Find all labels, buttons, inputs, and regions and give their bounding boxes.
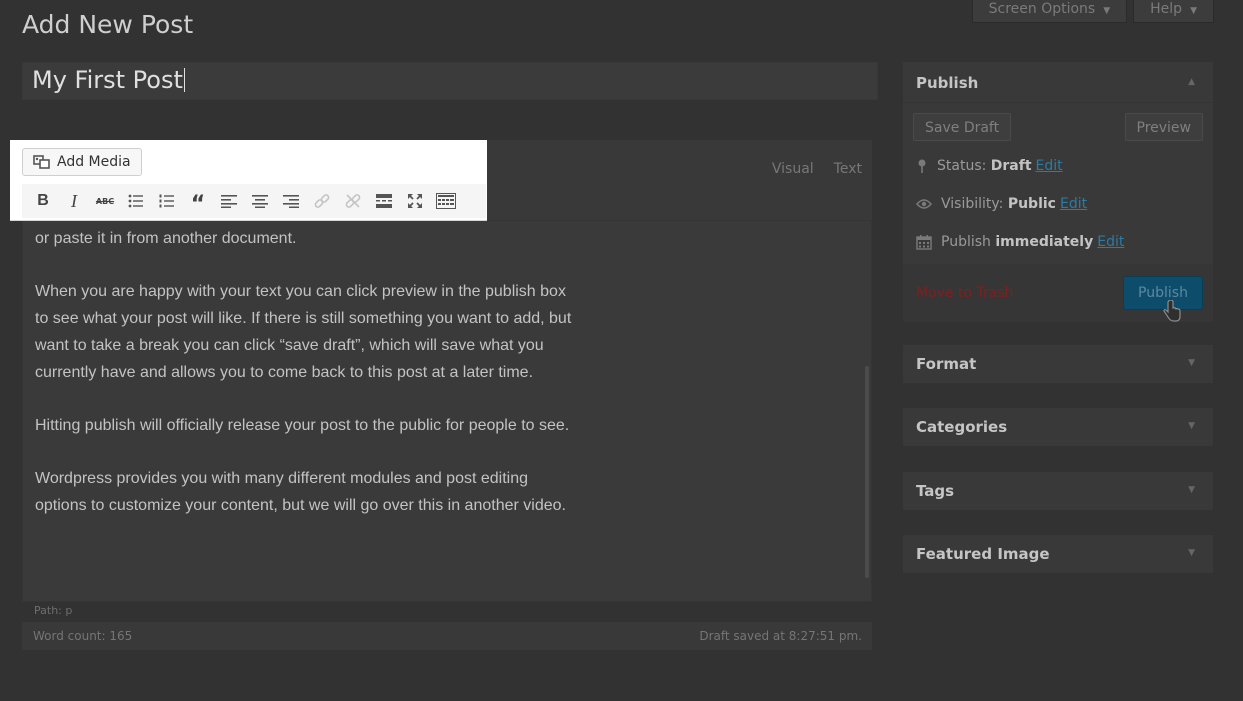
edit-status-link[interactable]: Edit bbox=[1036, 158, 1063, 174]
status-value: Draft bbox=[990, 158, 1032, 174]
editor-status-bar: Word count: 165 Draft saved at 8:27:51 p… bbox=[22, 622, 872, 650]
chevron-down-icon[interactable]: ▼ bbox=[1188, 358, 1195, 368]
status-row: Status: Draft Edit bbox=[916, 158, 1063, 174]
italic-icon[interactable]: I bbox=[59, 189, 89, 213]
numbered-list-icon[interactable] bbox=[152, 189, 182, 213]
screen-options-button[interactable]: Screen Options ▼ bbox=[972, 0, 1127, 22]
media-icon bbox=[33, 155, 50, 169]
featured-image-box[interactable]: Featured Image ▼ bbox=[903, 535, 1213, 573]
text-caret bbox=[183, 68, 185, 92]
categories-box[interactable]: Categories ▼ bbox=[903, 408, 1213, 446]
content-paragraph: When you are happy with your text you ca… bbox=[35, 283, 572, 381]
chevron-down-icon[interactable]: ▼ bbox=[1188, 421, 1195, 431]
tags-box-title: Tags bbox=[916, 482, 955, 500]
bullet-list-icon[interactable] bbox=[121, 189, 151, 213]
content-paragraph: Wordpress provides you with many differe… bbox=[35, 470, 566, 514]
format-box[interactable]: Format ▼ bbox=[903, 345, 1213, 383]
publish-box: Publish ▲ Save Draft Preview Status: Dra… bbox=[903, 62, 1213, 322]
pin-icon bbox=[918, 159, 926, 173]
chevron-down-icon: ▼ bbox=[1103, 6, 1111, 16]
screen-meta-links: Screen Options ▼ Help ▼ bbox=[972, 0, 1213, 22]
help-label: Help bbox=[1150, 1, 1183, 17]
visibility-row: Visibility: Public Edit bbox=[916, 196, 1087, 212]
strikethrough-icon[interactable]: ABC bbox=[90, 189, 120, 213]
publish-label: Publish bbox=[941, 234, 991, 250]
visibility-label: Visibility: bbox=[941, 196, 1004, 212]
bold-icon[interactable]: B bbox=[28, 189, 58, 213]
element-path: Path: p bbox=[34, 604, 73, 617]
add-media-button[interactable]: Add Media bbox=[22, 148, 142, 176]
status-label: Status: bbox=[937, 158, 987, 174]
publish-box-title: Publish bbox=[916, 74, 979, 92]
draft-saved-status: Draft saved at 8:27:51 pm. bbox=[699, 629, 862, 643]
add-media-label: Add Media bbox=[57, 154, 131, 170]
content-paragraph: or paste it in from another document. bbox=[35, 230, 297, 247]
edit-publish-time-link[interactable]: Edit bbox=[1097, 234, 1124, 250]
featured-image-box-title: Featured Image bbox=[916, 545, 1050, 563]
word-count: Word count: 165 bbox=[33, 629, 133, 643]
tab-text[interactable]: Text bbox=[824, 158, 872, 180]
post-title-input[interactable]: My First Post bbox=[22, 62, 878, 100]
chevron-down-icon[interactable]: ▼ bbox=[1188, 548, 1195, 558]
tags-box[interactable]: Tags ▼ bbox=[903, 472, 1213, 510]
edit-visibility-link[interactable]: Edit bbox=[1060, 196, 1087, 212]
chevron-up-icon[interactable]: ▲ bbox=[1188, 77, 1195, 87]
divider bbox=[903, 102, 1213, 103]
chevron-down-icon[interactable]: ▼ bbox=[1188, 485, 1195, 495]
blockquote-icon[interactable]: “ bbox=[183, 189, 213, 216]
hand-cursor-icon bbox=[1163, 300, 1181, 322]
content-paragraph: Hitting publish will officially release … bbox=[35, 417, 570, 434]
align-center-icon[interactable] bbox=[245, 189, 275, 213]
help-button[interactable]: Help ▼ bbox=[1134, 0, 1213, 22]
editor-content: or paste it in from another document. Wh… bbox=[35, 225, 575, 545]
align-right-icon[interactable] bbox=[276, 189, 306, 213]
page-title: Add New Post bbox=[22, 10, 194, 39]
chevron-down-icon: ▼ bbox=[1190, 6, 1197, 16]
toolbar-toggle-icon[interactable] bbox=[431, 189, 461, 213]
calendar-icon bbox=[916, 235, 932, 250]
preview-button[interactable]: Preview bbox=[1124, 113, 1203, 141]
formatting-toolbar: B I ABC “ bbox=[22, 184, 486, 218]
move-to-trash-link[interactable]: Move to Trash bbox=[916, 285, 1014, 301]
remove-link-icon[interactable] bbox=[338, 189, 368, 213]
editor-content-area[interactable]: or paste it in from another document. Wh… bbox=[22, 220, 872, 602]
fullscreen-icon[interactable] bbox=[400, 189, 430, 213]
insert-link-icon[interactable] bbox=[307, 189, 337, 213]
publish-time-row: Publish immediately Edit bbox=[916, 234, 1124, 250]
align-left-icon[interactable] bbox=[214, 189, 244, 213]
categories-box-title: Categories bbox=[916, 418, 1008, 436]
editor-scrollbar[interactable] bbox=[865, 366, 869, 578]
format-box-title: Format bbox=[916, 355, 977, 373]
post-title-value: My First Post bbox=[32, 66, 185, 94]
eye-icon bbox=[916, 199, 932, 209]
tab-visual[interactable]: Visual bbox=[762, 158, 824, 180]
visibility-value: Public bbox=[1007, 196, 1056, 212]
save-draft-button[interactable]: Save Draft bbox=[913, 113, 1012, 141]
highlighted-toolbar-region: Add Media B I ABC “ bbox=[10, 140, 487, 221]
editor-tabs: Visual Text bbox=[762, 158, 872, 180]
read-more-icon[interactable] bbox=[369, 189, 399, 213]
publish-value: immediately bbox=[995, 234, 1094, 250]
screen-options-label: Screen Options bbox=[988, 1, 1096, 17]
